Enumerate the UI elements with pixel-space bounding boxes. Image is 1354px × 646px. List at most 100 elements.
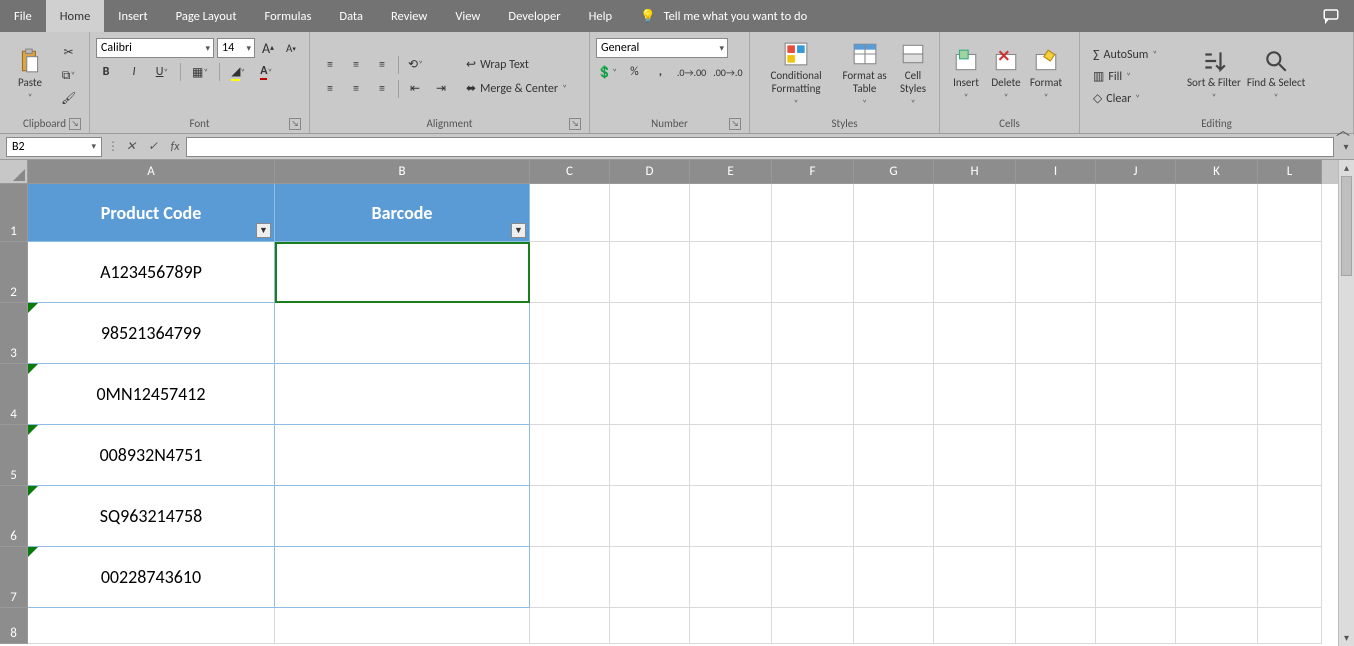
cell-K4[interactable]	[1176, 364, 1258, 425]
underline-button[interactable]: U	[152, 62, 172, 82]
column-header-F[interactable]: F	[772, 160, 854, 184]
row-header-3[interactable]: 3	[0, 303, 28, 364]
cell-G8[interactable]	[854, 608, 934, 644]
cell-D3[interactable]	[610, 303, 690, 364]
align-middle-button[interactable]: ≡	[346, 55, 366, 75]
alignment-launcher[interactable]: ↘	[569, 118, 581, 130]
cell-J6[interactable]	[1096, 486, 1176, 547]
cell-A1[interactable]: Product Code▼	[28, 184, 275, 242]
cell-I1[interactable]	[1016, 184, 1096, 242]
cell-B6[interactable]	[275, 486, 530, 547]
cell-F4[interactable]	[772, 364, 854, 425]
cell-H4[interactable]	[934, 364, 1016, 425]
row-header-8[interactable]: 8	[0, 608, 28, 644]
cell-G2[interactable]	[854, 242, 934, 303]
cell-J5[interactable]	[1096, 425, 1176, 486]
select-all-corner[interactable]	[0, 160, 28, 184]
cell-E8[interactable]	[690, 608, 772, 644]
cell-L5[interactable]	[1258, 425, 1322, 486]
column-header-K[interactable]: K	[1176, 160, 1258, 184]
increase-font-button[interactable]: A▴	[258, 38, 278, 58]
name-box[interactable]: B2	[6, 137, 102, 157]
cell-J2[interactable]	[1096, 242, 1176, 303]
collapse-ribbon-button[interactable]: ︿	[1336, 120, 1350, 140]
tab-home[interactable]: Home	[46, 0, 105, 32]
cell-C7[interactable]	[530, 547, 610, 608]
cell-F5[interactable]	[772, 425, 854, 486]
column-header-H[interactable]: H	[934, 160, 1016, 184]
cell-L7[interactable]	[1258, 547, 1322, 608]
cell-A4[interactable]: 0MN12457412	[28, 364, 275, 425]
font-name-select[interactable]: Calibri	[96, 38, 214, 58]
increase-decimal-button[interactable]: .0→.00	[676, 62, 706, 82]
format-painter-button[interactable]: 🖌	[58, 89, 79, 109]
align-top-button[interactable]: ≡	[320, 55, 340, 75]
cell-B7[interactable]	[275, 547, 530, 608]
tab-data[interactable]: Data	[325, 0, 377, 32]
column-header-D[interactable]: D	[610, 160, 690, 184]
vertical-scrollbar[interactable]: ▴ ▾	[1338, 160, 1354, 646]
cell-C6[interactable]	[530, 486, 610, 547]
cell-H8[interactable]	[934, 608, 1016, 644]
cell-B8[interactable]	[275, 608, 530, 644]
column-header-B[interactable]: B	[275, 160, 530, 184]
cell-styles-button[interactable]: Cell Styles	[893, 36, 933, 115]
cell-C2[interactable]	[530, 242, 610, 303]
cell-H5[interactable]	[934, 425, 1016, 486]
fx-button[interactable]: fx	[164, 140, 186, 154]
scroll-up-button[interactable]: ▴	[1339, 160, 1354, 176]
cell-E5[interactable]	[690, 425, 772, 486]
clear-button[interactable]: ◇Clear	[1090, 89, 1180, 109]
merge-center-button[interactable]: ⬌Merge & Center	[463, 79, 589, 99]
cell-I7[interactable]	[1016, 547, 1096, 608]
cell-K6[interactable]	[1176, 486, 1258, 547]
row-header-4[interactable]: 4	[0, 364, 28, 425]
row-header-7[interactable]: 7	[0, 547, 28, 608]
comments-button[interactable]	[1308, 0, 1354, 32]
cell-J4[interactable]	[1096, 364, 1176, 425]
column-header-L[interactable]: L	[1258, 160, 1322, 184]
align-bottom-button[interactable]: ≡	[372, 55, 392, 75]
tab-page-layout[interactable]: Page Layout	[162, 0, 251, 32]
number-launcher[interactable]: ↘	[729, 118, 741, 130]
cell-B3[interactable]	[275, 303, 530, 364]
cell-J1[interactable]	[1096, 184, 1176, 242]
cell-A3[interactable]: 98521364799	[28, 303, 275, 364]
formula-input[interactable]	[186, 137, 1334, 157]
font-color-button[interactable]: A	[256, 62, 276, 82]
cell-D8[interactable]	[610, 608, 690, 644]
conditional-formatting-button[interactable]: Conditional Formatting	[756, 36, 836, 115]
align-center-button[interactable]: ≡	[346, 79, 366, 99]
orientation-button[interactable]: ⟲	[405, 55, 426, 75]
copy-button[interactable]: ⧉	[59, 66, 79, 86]
cell-B4[interactable]	[275, 364, 530, 425]
decrease-indent-button[interactable]: ⇤	[405, 79, 425, 99]
cell-D6[interactable]	[610, 486, 690, 547]
scroll-thumb[interactable]	[1341, 176, 1352, 276]
bold-button[interactable]: B	[96, 62, 116, 82]
cell-D7[interactable]	[610, 547, 690, 608]
tab-developer[interactable]: Developer	[494, 0, 574, 32]
fill-color-button[interactable]: ◢	[228, 62, 248, 82]
cell-I2[interactable]	[1016, 242, 1096, 303]
tab-view[interactable]: View	[441, 0, 494, 32]
cell-L8[interactable]	[1258, 608, 1322, 644]
cell-I3[interactable]	[1016, 303, 1096, 364]
cell-J3[interactable]	[1096, 303, 1176, 364]
cell-D2[interactable]	[610, 242, 690, 303]
cell-A8[interactable]	[28, 608, 275, 644]
cells-area[interactable]: Product Code▼Barcode▼A123456789P98521364…	[28, 184, 1338, 630]
scroll-down-button[interactable]: ▾	[1339, 630, 1354, 646]
cell-H1[interactable]	[934, 184, 1016, 242]
cell-E2[interactable]	[690, 242, 772, 303]
cell-I5[interactable]	[1016, 425, 1096, 486]
cell-L1[interactable]	[1258, 184, 1322, 242]
clipboard-launcher[interactable]: ↘	[69, 118, 81, 130]
cell-G5[interactable]	[854, 425, 934, 486]
cell-G4[interactable]	[854, 364, 934, 425]
cell-D1[interactable]	[610, 184, 690, 242]
cell-B5[interactable]	[275, 425, 530, 486]
cell-L2[interactable]	[1258, 242, 1322, 303]
column-header-C[interactable]: C	[530, 160, 610, 184]
italic-button[interactable]: I	[124, 62, 144, 82]
